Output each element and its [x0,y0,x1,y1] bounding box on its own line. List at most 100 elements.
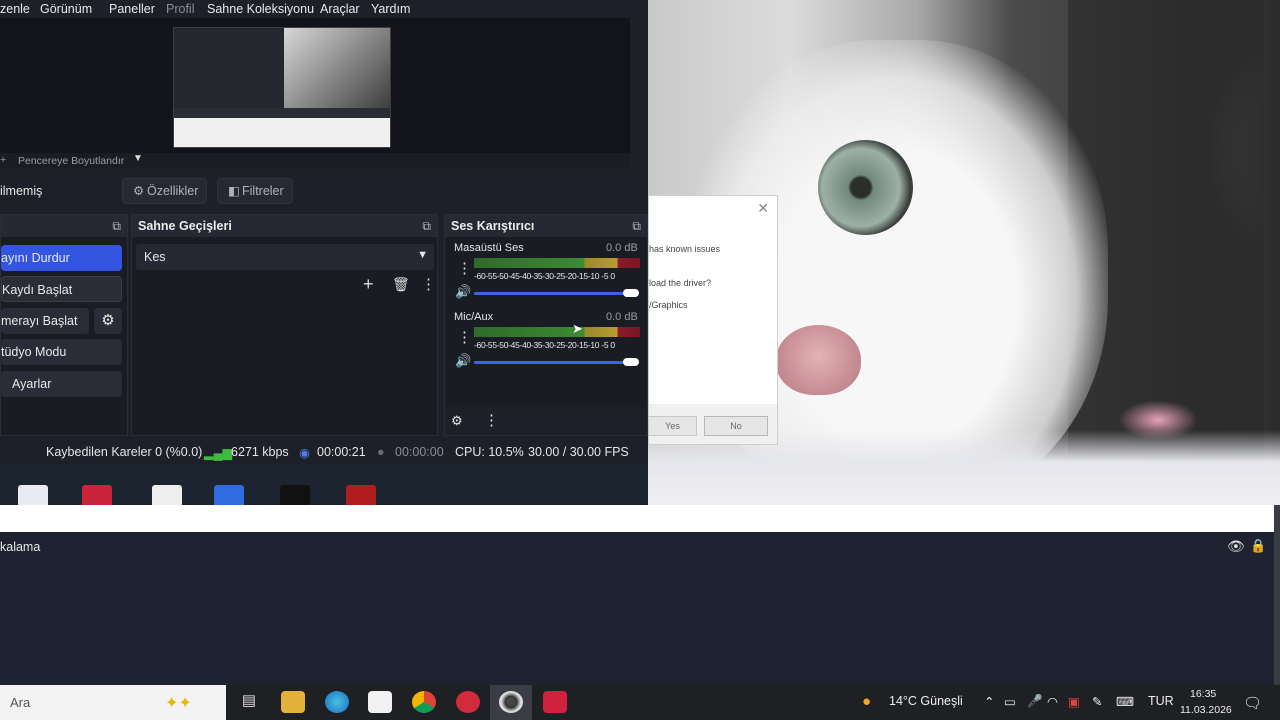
pen-icon[interactable]: ✎ [1092,694,1102,709]
no-button[interactable]: No [704,416,768,436]
add-icon[interactable]: + [363,274,374,295]
preview-toolbar: + Pencereye Boyutlandır ▼ [0,153,630,169]
menu-tools[interactable]: Araçlar [320,2,360,16]
studio-mode-button[interactable]: tüdyo Modu [1,339,122,365]
start-recording-button[interactable]: Kaydı Başlat [1,276,122,302]
notification-icon[interactable]: 🗨 [1243,694,1262,712]
menu-edit[interactable]: zenle [0,2,30,16]
float-icon[interactable]: ⧉ [632,215,641,237]
live-time: 00:00:21 [317,445,366,459]
keyboard-icon[interactable]: ⌨ [1116,694,1134,709]
rec-time: 00:00:00 [395,445,444,459]
lock-icon[interactable]: 🔒 [1250,538,1266,554]
controls-dock-header: ⧉ [1,215,127,237]
mixer-footer [445,407,647,435]
dialog-text-1: has known issues [649,244,721,254]
file-icon[interactable] [152,485,182,505]
obs-icon[interactable] [499,691,523,713]
weather-text[interactable]: 14°C Güneşli [889,694,963,708]
app-icon[interactable] [543,691,567,713]
language-indicator[interactable]: TUR [1148,694,1174,708]
rec-icon: ● [377,445,385,459]
live-icon: ◉ [299,446,310,460]
float-icon[interactable]: ⧉ [422,215,431,237]
channel-db: 0.0 dB [606,242,638,254]
pdf-icon[interactable] [346,485,376,505]
battery-icon[interactable]: ▭ [1004,694,1016,709]
channel-db: 0.0 dB [606,311,638,323]
more-icon[interactable]: ⋮ [484,411,499,429]
transitions-dock-header: Sahne Geçişleri ⧉ [132,215,437,237]
stop-streaming-button[interactable]: ayını Durdur [1,245,122,271]
channel-menu-icon[interactable]: ⋮ [457,259,472,277]
start-virtual-camera-button[interactable]: merayı Başlat [1,308,89,334]
filter-icon: ◧ [228,184,240,198]
task-view-icon[interactable]: ▤ [237,691,261,713]
app-icon[interactable] [82,485,112,505]
volume-slider[interactable] [474,292,634,295]
volume-slider[interactable] [474,361,634,364]
speaker-icon[interactable]: 🔊 [455,284,471,300]
eye-icon[interactable]: 👁 [1227,538,1245,555]
filters-button[interactable]: ◧ Filtreler [217,178,293,204]
transition-select[interactable]: Kes ▼ [136,244,434,270]
menu-profile[interactable]: Profil [166,2,194,16]
float-icon[interactable]: ⧉ [112,215,121,237]
edge-icon[interactable] [325,691,349,713]
menu-scene-collection[interactable]: Sahne Koleksiyonu [207,2,314,16]
microphone-icon[interactable]: 🎤 [1027,694,1043,709]
resize-to-window-label[interactable]: Pencereye Boyutlandır [18,155,124,167]
store-icon[interactable] [368,691,392,713]
thumb-desktop [174,28,284,108]
app-tray-icon[interactable]: ▣ [1068,694,1080,709]
settings-button[interactable]: Ayarlar [1,371,122,397]
thumb-strip [174,108,390,118]
menu-view[interactable]: Görünüm [40,2,92,16]
lower-label: kalama [0,540,41,554]
volume-meter [474,327,640,337]
clock-time[interactable]: 16:35 [1190,688,1216,700]
advanced-audio-icon[interactable]: ⚙ [451,413,463,429]
taskbar-search[interactable]: Ara ✦✦ [0,685,226,720]
menu-help[interactable]: Yardım [371,2,410,16]
transition-selected: Kes [144,250,166,264]
sparkle-icon: ✦✦ [165,695,192,712]
desktop-strip [0,465,648,505]
pink-toy [1118,400,1198,440]
weather-icon: ● [862,693,872,710]
properties-button[interactable]: ⚙ Özellikler [122,178,207,204]
app-icon[interactable] [214,485,244,505]
meter-ticks: -60-55-50-45-40-35-30-25-20-15-10 -5 0 [474,271,615,281]
yes-button[interactable]: Yes [648,416,697,436]
file-explorer-icon[interactable] [281,691,305,713]
mixer-dock-header: Ses Karıştırıcı ⧉ [445,215,647,237]
close-icon[interactable]: ✕ [757,200,769,217]
scrollbar[interactable] [1274,505,1280,685]
clock-date[interactable]: 11.03.2026 [1180,704,1232,716]
mouse-cursor: ➤ [572,321,583,336]
fps: 30.00 / 30.00 FPS [528,445,629,459]
chevron-up-icon[interactable]: ⌃ [984,694,994,709]
volume-slider-handle[interactable] [623,358,639,366]
preview-canvas[interactable] [173,27,391,148]
more-icon[interactable]: ⋮ [421,275,436,293]
menu-docks[interactable]: Paneller [109,2,155,16]
wifi-icon[interactable]: ◠ [1047,694,1058,709]
speaker-icon[interactable]: 🔊 [455,353,471,369]
cat-eye [818,140,913,235]
cpu-usage: CPU: 10.5% [455,445,524,459]
trash-icon[interactable]: 🗑 [392,276,410,293]
gear-icon: ⚙ [133,184,145,198]
app-icon[interactable] [456,691,480,713]
channel-menu-icon[interactable]: ⋮ [457,328,472,346]
document-icon[interactable] [18,485,48,505]
chevron-down-icon[interactable]: ▼ [133,153,143,164]
chevron-down-icon: ▼ [417,249,428,261]
chrome-icon[interactable] [412,691,436,713]
driver-dialog: ✕ has known issues load the driver? /Gra… [648,195,778,445]
channel-name: Mic/Aux [454,311,494,323]
volume-slider-handle[interactable] [623,289,639,297]
plus-icon[interactable]: + [0,154,6,166]
virtual-camera-settings-icon[interactable]: ⚙ [94,308,122,334]
app-icon[interactable] [280,485,310,505]
